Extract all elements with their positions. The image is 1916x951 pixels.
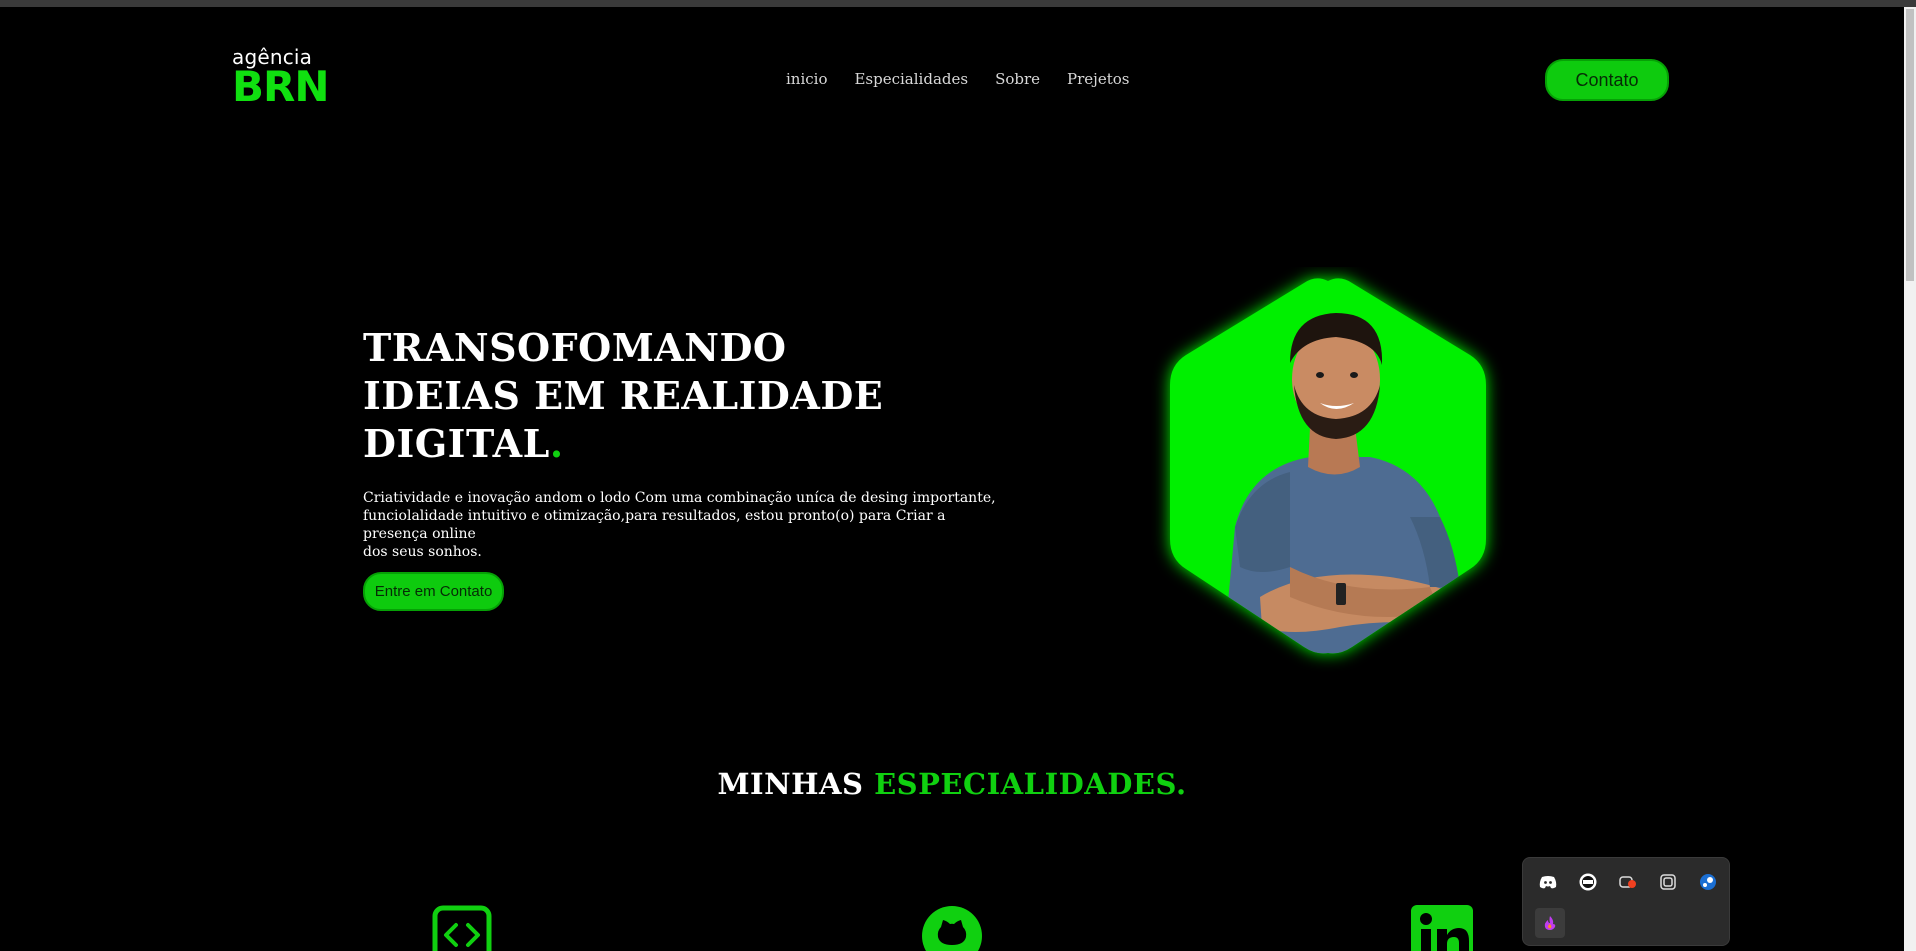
nav-especialidades[interactable]: Especialidades bbox=[854, 70, 968, 88]
hero-title: TRANSOFOMANDO IDEIAS EM REALIDADE DIGITA… bbox=[363, 324, 923, 468]
specialties-title-green: ESPECIALIDADES. bbox=[874, 767, 1187, 801]
hero-text-line-3: dos seus sonhos. bbox=[363, 544, 482, 560]
portrait-svg bbox=[1170, 278, 1486, 654]
portrait-hexagon bbox=[1140, 267, 1516, 677]
system-tray-overflow bbox=[1522, 857, 1730, 946]
github-icon[interactable] bbox=[921, 905, 983, 951]
specialties-title: MINHAS ESPECIALIDADES. bbox=[0, 767, 1904, 801]
main-nav: inicio Especialidades Sobre Prejetos bbox=[786, 70, 1156, 88]
recorder-icon[interactable] bbox=[1615, 869, 1641, 895]
nvidia-icon[interactable] bbox=[1575, 869, 1601, 895]
discord-icon[interactable] bbox=[1535, 869, 1561, 895]
steam-icon[interactable] bbox=[1695, 869, 1721, 895]
nav-inicio[interactable]: inicio bbox=[786, 70, 827, 88]
hero-text-line-1: Criatividade e inovação andom o lodo Com… bbox=[363, 490, 996, 506]
cta-contact-button[interactable]: Entre em Contato bbox=[363, 572, 504, 611]
scrollbar-thumb[interactable] bbox=[1906, 9, 1914, 281]
specialties-title-white: MINHAS bbox=[717, 767, 864, 801]
nav-projetos[interactable]: Prejetos bbox=[1067, 70, 1129, 88]
hero-title-line-3: DIGITAL bbox=[363, 421, 550, 466]
hero-description: Criatividade e inovação andom o lodo Com… bbox=[363, 489, 1013, 561]
nav-sobre[interactable]: Sobre bbox=[995, 70, 1040, 88]
hero-text-line-2: funciolalidade intuitivo e otimização,pa… bbox=[363, 508, 946, 542]
contact-button[interactable]: Contato bbox=[1545, 59, 1669, 101]
hero-title-line-1: TRANSOFOMANDO bbox=[363, 325, 787, 370]
page-scrollbar[interactable] bbox=[1904, 7, 1916, 951]
copilot-icon[interactable] bbox=[1655, 869, 1681, 895]
hero-title-dot: . bbox=[549, 421, 564, 466]
linkedin-icon[interactable] bbox=[1411, 905, 1473, 951]
page: agência BRN inicio Especialidades Sobre … bbox=[0, 7, 1904, 951]
window-top-border bbox=[0, 0, 1916, 7]
hero-title-line-2: IDEIAS EM REALIDADE bbox=[363, 373, 884, 418]
logo[interactable]: agência BRN bbox=[232, 47, 332, 111]
app-flame-icon[interactable] bbox=[1535, 908, 1565, 938]
logo-main-text: BRN bbox=[232, 62, 330, 111]
code-icon[interactable] bbox=[432, 905, 492, 951]
